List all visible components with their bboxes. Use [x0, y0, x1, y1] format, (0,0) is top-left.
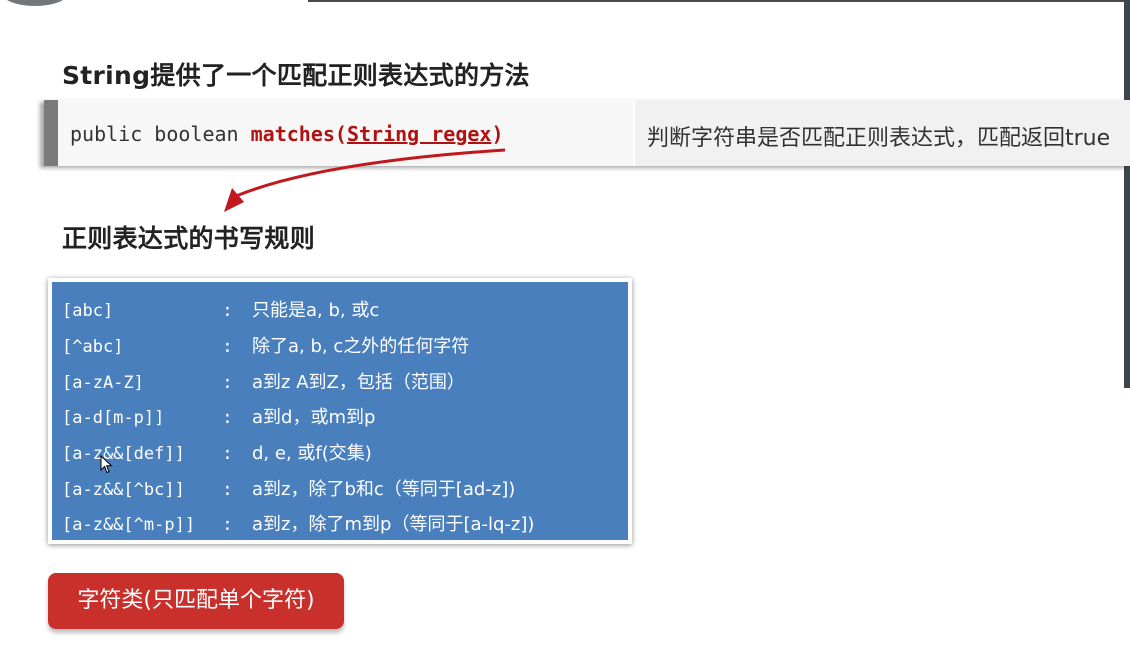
rule-item: [abc]: 只能是a, b, 或c — [62, 296, 379, 326]
rule-colon: : — [222, 300, 233, 321]
method-table-row: public boolean matches(String regex) 判断字… — [44, 100, 1130, 166]
rule-explanation: 除了a, b, c之外的任何字符 — [252, 336, 470, 357]
rule-pattern: [^abc] — [62, 337, 124, 357]
rule-item: [a-d[m-p]]: a到d，或m到p — [62, 403, 375, 433]
rule-colon: : — [222, 372, 233, 393]
rule-pattern: [abc] — [62, 301, 114, 321]
method-name-close: ) — [491, 122, 504, 146]
right-edge-bar — [1124, 0, 1130, 388]
method-signature: public boolean matches(String regex) — [70, 122, 504, 146]
method-signature-cell: public boolean matches(String regex) — [58, 100, 635, 166]
regex-rules-heading: 正则表达式的书写规则 — [62, 224, 316, 253]
rule-colon: : — [222, 514, 233, 535]
mouse-pointer-icon — [100, 455, 113, 474]
top-divider — [308, 0, 1130, 2]
row-stripe — [44, 100, 58, 166]
method-param: String regex — [346, 122, 492, 146]
method-description: 判断字符串是否匹配正则表达式，匹配返回true — [647, 126, 1111, 151]
rule-pattern: [a-z&&[^m-p]] — [62, 515, 196, 535]
character-class-badge: 字符类(只匹配单个字符) — [48, 573, 344, 629]
rule-item: [a-zA-Z]: a到z A到Z，包括（范围） — [62, 368, 465, 398]
rule-colon: : — [222, 336, 233, 357]
rule-explanation: a到z，除了b和c（等同于[ad-z]) — [252, 479, 516, 500]
rule-pattern: [a-z&&[^bc]] — [62, 480, 185, 500]
rule-pattern: [a-d[m-p]] — [62, 408, 165, 428]
rule-colon: : — [222, 407, 233, 428]
rule-pattern: [a-zA-Z] — [62, 373, 144, 393]
rule-colon: : — [222, 443, 233, 464]
regex-rules-list: [abc]: 只能是a, b, 或c [^abc]: 除了a, b, c之外的任何字… — [52, 282, 628, 540]
rule-explanation: 只能是a, b, 或c — [252, 300, 380, 321]
rule-item: [a-z&&[^bc]]: a到z，除了b和c（等同于[ad-z]) — [62, 475, 515, 505]
rule-explanation: a到z，除了m到p（等同于[a-lq-z]) — [252, 514, 535, 535]
method-name-open: matches( — [250, 122, 347, 146]
rule-explanation: a到z A到Z，包括（范围） — [252, 372, 465, 393]
decorative-shape — [0, 0, 70, 6]
rule-explanation: a到d，或m到p — [252, 407, 376, 428]
method-prefix: public boolean — [70, 122, 251, 146]
rule-item: [a-z&&[^m-p]]: a到z，除了m到p（等同于[a-lq-z]) — [62, 510, 534, 540]
method-description-cell: 判断字符串是否匹配正则表达式，匹配返回true — [635, 100, 1130, 166]
rule-explanation: d, e, 或f(交集) — [252, 443, 372, 464]
rule-colon: : — [222, 479, 233, 500]
regex-rules-panel: [abc]: 只能是a, b, 或c [^abc]: 除了a, b, c之外的任何字… — [48, 278, 632, 544]
rule-pattern: [a-z&&[def]] — [62, 444, 185, 464]
method-name: matches(String regex) — [251, 122, 504, 146]
string-methods-heading: String提供了一个匹配正则表达式的方法 — [62, 61, 530, 90]
rule-item: [^abc]: 除了a, b, c之外的任何字符 — [62, 332, 469, 362]
